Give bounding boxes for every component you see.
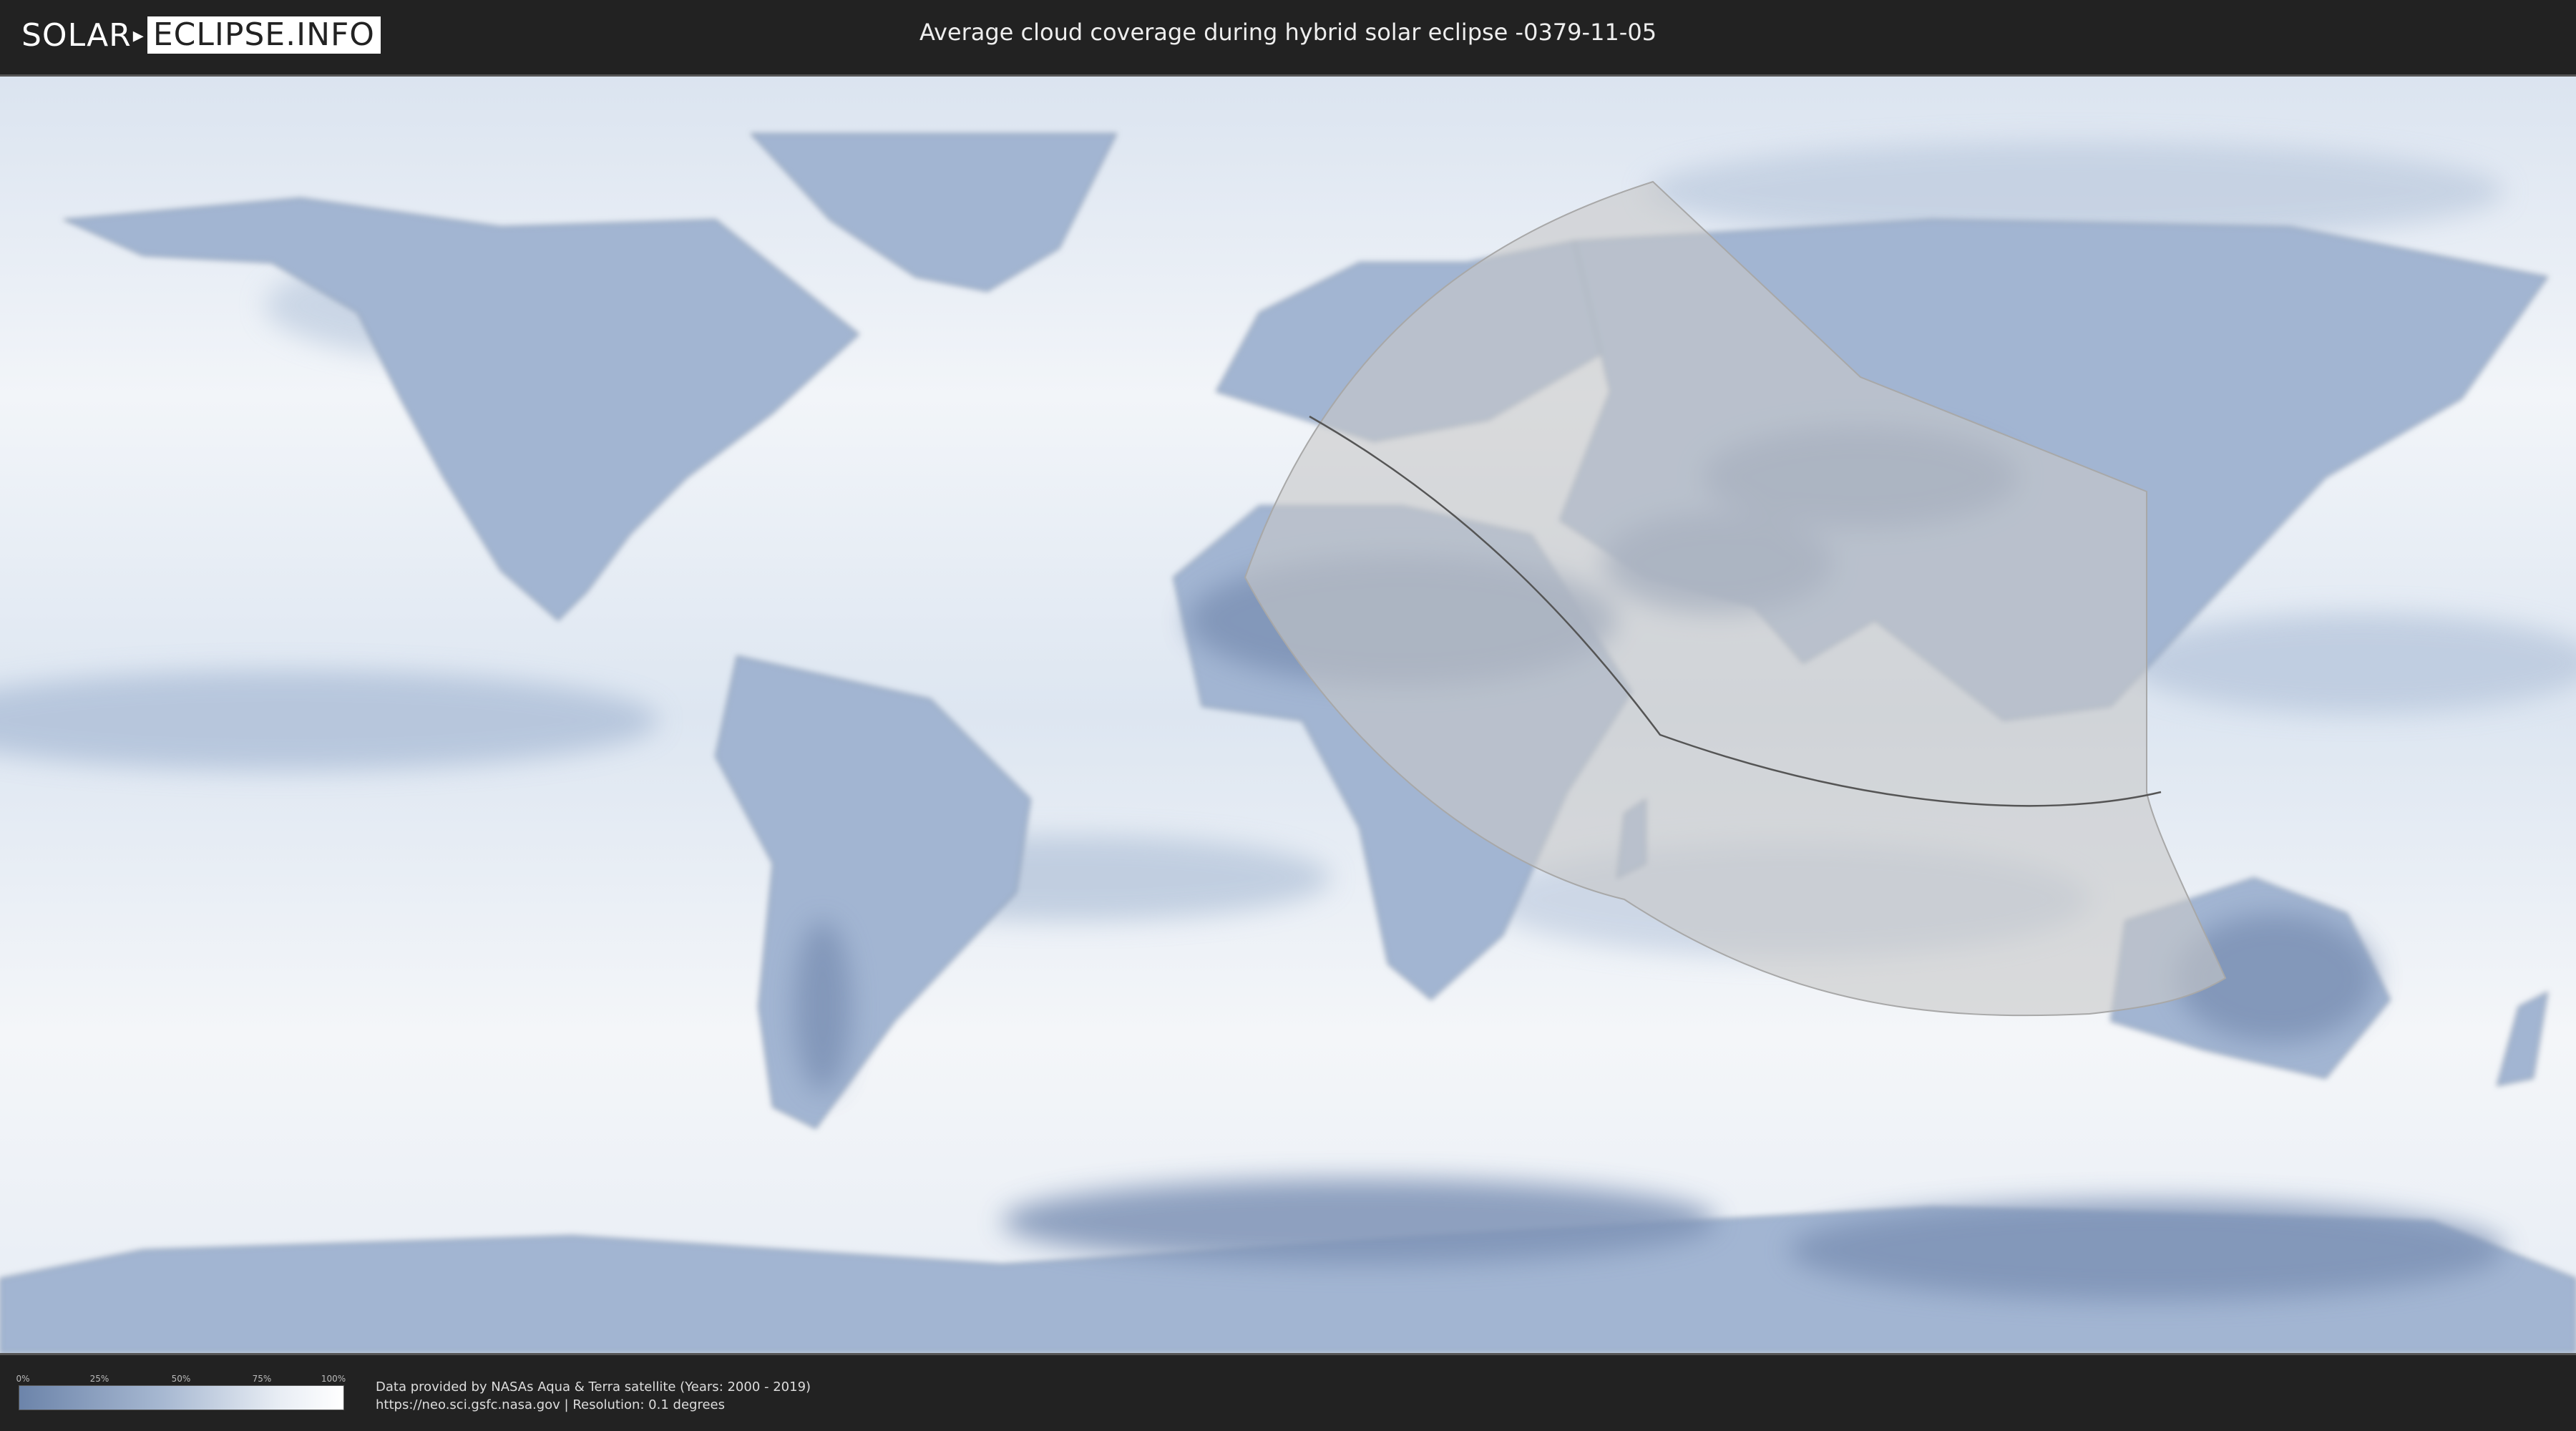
- legend-gradient-bar: [19, 1385, 344, 1410]
- legend-tick-75: 75%: [252, 1374, 272, 1384]
- header-bar: SOLAR ▸ ECLIPSE.INFO Average cloud cover…: [0, 0, 2576, 72]
- credit-line-1: Data provided by NASAs Aqua & Terra sate…: [376, 1379, 811, 1395]
- data-credit: Data provided by NASAs Aqua & Terra sate…: [376, 1378, 811, 1414]
- legend-ticks: 0% 25% 50% 75% 100%: [16, 1374, 346, 1385]
- credit-line-2: https://neo.sci.gsfc.nasa.gov | Resoluti…: [376, 1397, 725, 1412]
- cloud-coverage-legend: 0% 25% 50% 75% 100%: [16, 1374, 346, 1410]
- legend-tick-50: 50%: [171, 1374, 191, 1384]
- legend-tick-25: 25%: [89, 1374, 109, 1384]
- legend-tick-0: 0%: [16, 1374, 30, 1384]
- cloud-coverage-map[interactable]: [0, 74, 2576, 1355]
- legend-tick-100: 100%: [321, 1374, 346, 1384]
- page-title: Average cloud coverage during hybrid sol…: [919, 19, 1657, 46]
